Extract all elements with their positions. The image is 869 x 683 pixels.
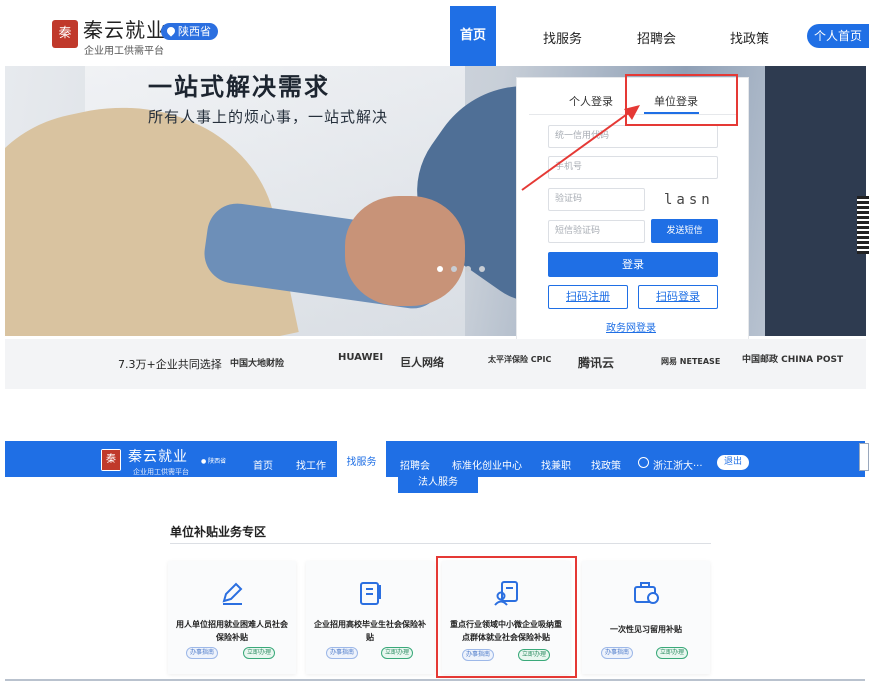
carousel-dot[interactable]	[479, 266, 485, 272]
nav2-find-job[interactable]: 找工作	[296, 457, 326, 472]
gov-login-link[interactable]: 政务网登录	[606, 319, 656, 334]
region-selector[interactable]: 陕西省	[161, 23, 218, 40]
annotation-box-highlight-card	[436, 556, 577, 678]
location-pin-icon	[165, 25, 177, 37]
logo-seal-icon: 秦	[101, 449, 121, 471]
send-sms-button[interactable]: 发送短信	[651, 219, 718, 243]
personal-home-button[interactable]: 个人首页	[807, 24, 869, 48]
region-label: 陕西省	[208, 458, 227, 465]
pen-edit-icon	[222, 582, 243, 605]
subsidy-card[interactable]: 用人单位招用就业困难人员社会保险补贴 办事指南 立即办理	[168, 561, 296, 674]
logo-name-secondary[interactable]: 秦云就业	[128, 446, 188, 466]
partner-logo: 网易 NETEASE	[661, 357, 721, 366]
hero-image-handshake	[345, 196, 465, 306]
partner-logo: 中国邮政 CHINA POST	[742, 355, 844, 365]
top-header: 秦 秦云就业 企业用工供需平台 陕西省 首页 找服务 招聘会 找政策 个人首页	[0, 0, 869, 66]
partner-logo: HUAWEI	[338, 352, 384, 363]
nav-job-fair[interactable]: 招聘会	[637, 28, 676, 47]
document-icon	[360, 582, 381, 605]
nav2-services[interactable]: 找服务	[337, 441, 386, 477]
nav2-home[interactable]: 首页	[253, 457, 273, 472]
bottom-divider	[5, 679, 865, 681]
guide-button[interactable]: 办事指南	[601, 647, 633, 659]
region-label: 陕西省	[178, 25, 211, 38]
card-title: 企业招用高校毕业生社会保险补贴	[314, 620, 426, 642]
nav2-job-fair[interactable]: 招聘会	[400, 457, 430, 472]
hero-title: 一站式解决需求	[148, 73, 330, 101]
nav2-user-name[interactable]: 浙江浙大···	[653, 457, 703, 472]
guide-button[interactable]: 办事指南	[186, 647, 218, 659]
logout-button[interactable]: 退出	[717, 455, 749, 470]
phone-input[interactable]: 手机号	[548, 156, 718, 179]
logo-seal-char: 秦	[102, 450, 120, 470]
scan-login-button[interactable]: 扫码登录	[638, 285, 718, 309]
nav-services[interactable]: 找服务	[543, 28, 582, 47]
sms-code-input[interactable]: 短信验证码	[548, 220, 645, 243]
scrollbar-stub	[859, 443, 869, 471]
partner-logo: 太平洋保险 CPIC	[488, 355, 552, 364]
card-title: 一次性见习留用补贴	[610, 625, 682, 634]
user-avatar-icon[interactable]	[638, 457, 649, 468]
apply-button[interactable]: 立即办理	[243, 647, 275, 659]
partners-label: 7.3万+企业共同选择	[118, 358, 222, 371]
captcha-image[interactable]: lasn	[664, 192, 714, 208]
partner-logo: 中国大地财险	[230, 359, 285, 369]
section-divider	[170, 543, 711, 544]
logo-seal-icon: 秦	[52, 20, 78, 48]
carousel-dots	[437, 257, 493, 276]
login-button[interactable]: 登录	[548, 252, 718, 277]
subsidy-card[interactable]: 一次性见习留用补贴 办事指南 立即办理	[582, 561, 710, 674]
carousel-dot[interactable]	[451, 266, 457, 272]
hero-image-suit	[765, 66, 866, 336]
briefcase-yen-icon	[634, 582, 659, 604]
nav2-policy[interactable]: 找政策	[591, 457, 621, 472]
logo-name[interactable]: 秦云就业	[83, 14, 167, 43]
nav2-startup-center[interactable]: 标准化创业中心	[452, 457, 522, 472]
carousel-dot[interactable]	[465, 266, 471, 272]
partner-logo: 腾讯云	[578, 356, 615, 370]
hero-subtitle: 所有人事上的烦心事，一站式解决	[148, 108, 389, 126]
carousel-dot[interactable]	[437, 266, 443, 272]
logo-subtitle-secondary: 企业用工供需平台	[133, 468, 189, 476]
annotation-box-company-login	[625, 74, 738, 126]
scan-register-button[interactable]: 扫码注册	[548, 285, 628, 309]
guide-button[interactable]: 办事指南	[326, 647, 358, 659]
nav-policy[interactable]: 找政策	[730, 28, 769, 47]
dropdown-legal-services[interactable]: 法人服务	[398, 472, 478, 493]
qr-code-icon[interactable]	[857, 196, 869, 254]
nav2-part-time[interactable]: 找兼职	[541, 457, 571, 472]
section-title: 单位补贴业务专区	[170, 525, 267, 539]
credit-code-input[interactable]: 统一信用代码	[548, 125, 718, 148]
partner-logo: 巨人网络	[400, 356, 444, 369]
apply-button[interactable]: 立即办理	[381, 647, 413, 659]
logo-subtitle: 企业用工供需平台	[84, 46, 164, 57]
tab-personal-login[interactable]: 个人登录	[569, 93, 613, 109]
subsidy-card[interactable]: 企业招用高校毕业生社会保险补贴 办事指南 立即办理	[306, 561, 434, 674]
region-selector-secondary[interactable]: ● 陕西省	[201, 456, 226, 465]
nav-home[interactable]: 首页	[450, 6, 496, 66]
apply-button[interactable]: 立即办理	[656, 647, 688, 659]
captcha-input[interactable]: 验证码	[548, 188, 645, 211]
card-title: 用人单位招用就业困难人员社会保险补贴	[176, 620, 288, 642]
